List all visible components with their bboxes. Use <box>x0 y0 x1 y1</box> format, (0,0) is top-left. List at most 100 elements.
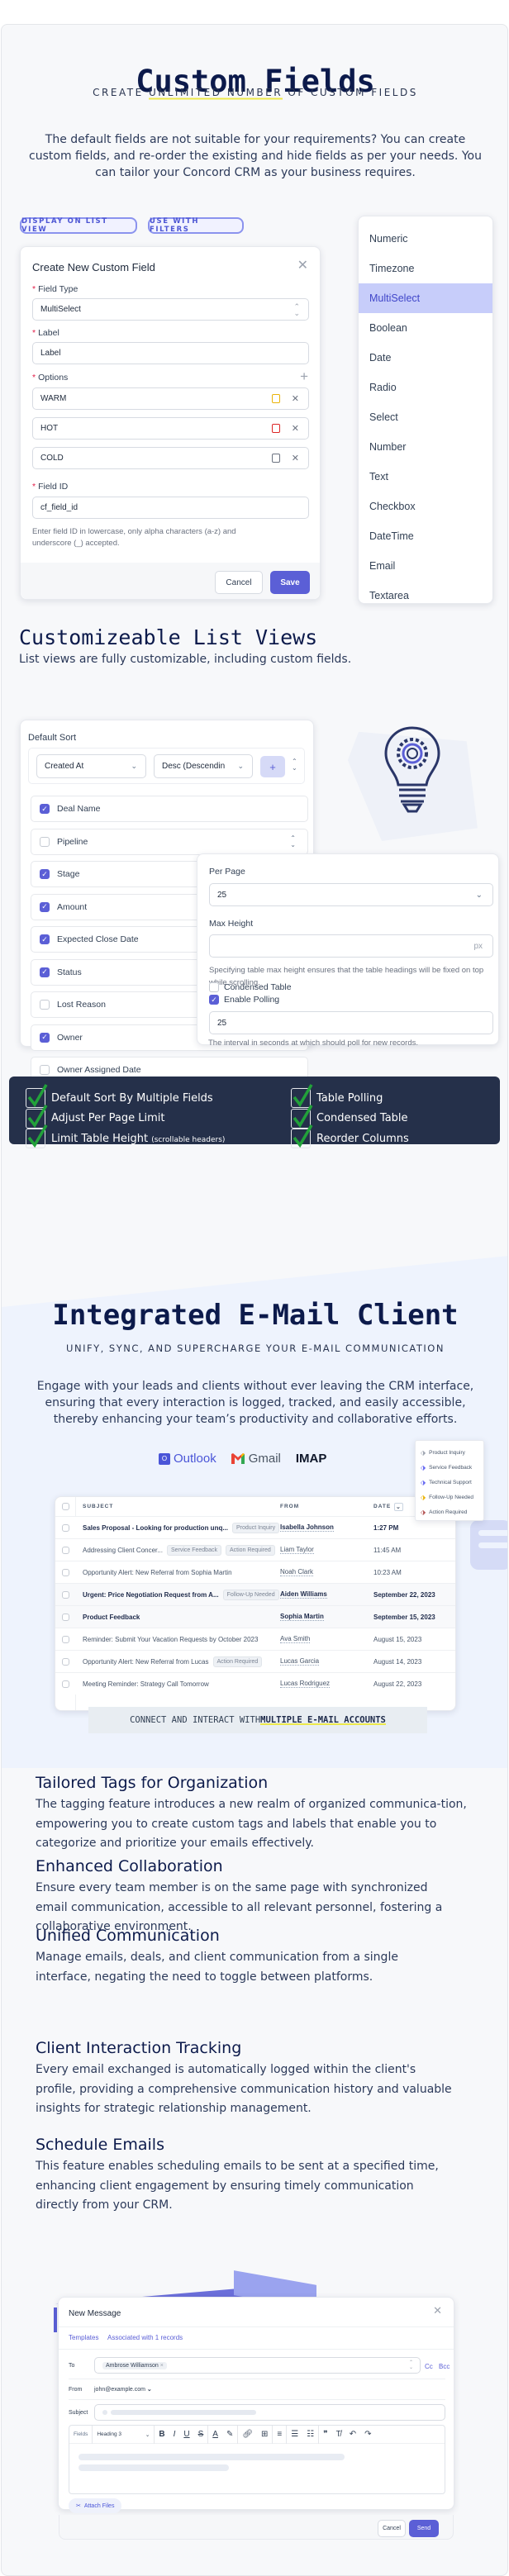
enable-polling-toggle[interactable]: ✓ Enable Polling <box>209 995 279 1005</box>
email-row[interactable]: Product Feedback Sophia Martin September 1… <box>55 1605 455 1628</box>
color-picker-icon[interactable] <box>272 394 280 403</box>
bold-icon[interactable]: B <box>155 2430 169 2439</box>
tag-menu-item[interactable]: ⬗ Service Feedback <box>421 1460 478 1475</box>
italic-icon[interactable]: I <box>169 2430 180 2439</box>
templates-link[interactable]: Templates <box>69 2334 98 2341</box>
email-from[interactable]: Lucas Rodriguez <box>280 1680 331 1688</box>
checkbox[interactable] <box>209 982 219 992</box>
field-id-input[interactable]: cf_field_id <box>32 497 309 519</box>
column-checkbox[interactable]: ✓ <box>40 869 50 879</box>
field-type-option[interactable]: Checkbox <box>359 492 492 521</box>
email-row[interactable]: Reminder: Submit Your Vacation Requests … <box>55 1628 455 1650</box>
bcc-link[interactable]: Bcc <box>439 2363 450 2370</box>
add-option-icon[interactable]: + <box>300 368 308 385</box>
tag-menu-item[interactable]: ⬗ Technical Support <box>421 1475 478 1490</box>
email-row[interactable]: Urgent: Price Negotiation Request from A… <box>55 1583 455 1605</box>
remove-option-icon[interactable]: ✕ <box>292 453 299 463</box>
label-input[interactable]: Label <box>32 342 309 364</box>
option-row[interactable]: COLD ✕ <box>32 447 309 469</box>
color-picker-icon[interactable] <box>272 424 280 433</box>
email-from[interactable]: Lucas Garcia <box>280 1657 320 1666</box>
close-icon[interactable]: ✕ <box>297 257 308 273</box>
link-icon[interactable]: 🔗︎ <box>238 2430 257 2439</box>
tag-menu-item[interactable]: ⬗ Product Inquiry <box>421 1445 478 1460</box>
field-type-option[interactable]: Number <box>359 432 492 462</box>
column-checkbox[interactable] <box>40 836 50 847</box>
email-row[interactable]: Meeting Reminder: Strategy Call Tomorrow… <box>55 1672 455 1694</box>
email-from[interactable]: Ava Smith <box>280 1635 311 1643</box>
heading-select[interactable]: Heading 3 ⌄ <box>93 2431 154 2438</box>
sort-desc-icon[interactable]: ⌄ <box>394 1502 403 1511</box>
column-checkbox[interactable]: ✓ <box>40 1032 50 1043</box>
subject-input[interactable] <box>94 2404 445 2421</box>
column-row[interactable]: ✓ Deal Name <box>31 796 308 822</box>
row-checkbox[interactable] <box>62 1613 69 1621</box>
field-type-option[interactable]: Textarea <box>359 581 492 611</box>
per-page-select[interactable]: 25 ⌄ <box>209 883 493 906</box>
row-checkbox[interactable] <box>62 1568 69 1576</box>
send-button[interactable]: Send <box>409 2520 439 2537</box>
email-from[interactable]: Sophia Martin <box>280 1613 324 1621</box>
tag-menu-item[interactable]: ⬗ Follow-Up Needed <box>421 1490 478 1504</box>
bullet-list-icon[interactable]: ☰ <box>287 2430 302 2439</box>
field-type-select[interactable]: MultiSelect ⌃ ⌄ <box>32 298 309 321</box>
align-icon[interactable]: ≡ <box>273 2430 286 2439</box>
attach-files-button[interactable]: ✂︎ Attach Files <box>69 2498 122 2513</box>
condensed-table-toggle[interactable]: Condensed Table <box>209 982 292 992</box>
remove-recipient-icon[interactable]: × <box>160 2363 164 2369</box>
row-checkbox[interactable] <box>62 1523 69 1532</box>
from-select[interactable]: john@example.com ⌄ <box>94 2386 152 2393</box>
field-type-option[interactable]: MultiSelect <box>359 283 492 313</box>
column-checkbox[interactable]: ✓ <box>40 934 50 944</box>
column-checkbox[interactable]: ✓ <box>40 901 50 912</box>
save-button[interactable]: Save <box>270 571 310 594</box>
field-type-option[interactable]: Text <box>359 462 492 492</box>
strikethrough-icon[interactable]: S <box>194 2430 208 2439</box>
remove-option-icon[interactable]: ✕ <box>292 423 299 434</box>
email-row[interactable]: Addressing Client Concer... Service Feedb… <box>55 1538 455 1561</box>
email-from[interactable]: Isabella Johnson <box>280 1523 334 1532</box>
row-checkbox[interactable] <box>62 1657 69 1666</box>
email-from[interactable]: Noah Clark <box>280 1568 314 1576</box>
sort-field-select[interactable]: Created At ⌄ <box>36 754 146 778</box>
row-checkbox[interactable] <box>62 1680 69 1688</box>
highlight-icon[interactable]: ✎ <box>222 2430 237 2439</box>
checkbox[interactable]: ✓ <box>209 995 219 1005</box>
column-checkbox[interactable]: ✓ <box>40 967 50 977</box>
option-row[interactable]: HOT ✕ <box>32 417 309 440</box>
message-editor[interactable]: Fields Heading 3 ⌄ B I U S A ✎ 🔗︎ ⊞ ≡ ☰ ☷ <box>69 2425 445 2494</box>
sort-reorder-icon[interactable]: ⌃ ⌄ <box>292 758 297 772</box>
row-checkbox[interactable] <box>62 1546 69 1554</box>
column-checkbox[interactable]: ✓ <box>40 804 50 814</box>
field-type-option[interactable]: Email <box>359 551 492 581</box>
to-input[interactable]: Ambrose Williamson × ⌃ ⌄ <box>94 2357 421 2374</box>
redo-icon[interactable]: ↷ <box>360 2430 375 2439</box>
field-type-option[interactable]: Boolean <box>359 313 492 343</box>
column-row[interactable]: Pipeline ⌃ ⌄ <box>31 828 308 855</box>
underline-icon[interactable]: U <box>179 2430 193 2439</box>
row-checkbox[interactable] <box>62 1635 69 1643</box>
drag-handle-icon[interactable]: ⌃ ⌄ <box>290 834 296 848</box>
field-type-option[interactable]: Date <box>359 343 492 373</box>
close-icon[interactable]: ✕ <box>433 2304 442 2317</box>
column-checkbox[interactable] <box>40 1000 50 1010</box>
row-checkbox[interactable] <box>62 1590 69 1599</box>
field-type-option[interactable]: DateTime <box>359 521 492 551</box>
compose-cancel-button[interactable]: Cancel <box>378 2520 406 2537</box>
option-row[interactable]: WARM ✕ <box>32 387 309 410</box>
color-picker-icon[interactable] <box>272 454 280 463</box>
column-checkbox[interactable] <box>40 1065 50 1075</box>
email-from[interactable]: Aiden Williams <box>280 1590 327 1599</box>
fields-button[interactable]: Fields <box>69 2431 92 2437</box>
clear-format-icon[interactable]: T̸ <box>332 2430 345 2439</box>
cc-link[interactable]: Cc <box>425 2363 433 2370</box>
associated-records-link[interactable]: Associated with 1 records <box>107 2334 183 2341</box>
header-subject[interactable]: SUBJECT <box>83 1504 113 1509</box>
tag-menu-item[interactable]: ⬗ Action Required <box>421 1504 478 1519</box>
select-all-checkbox[interactable] <box>62 1503 69 1510</box>
field-type-option[interactable]: Numeric <box>359 224 492 254</box>
field-type-option[interactable]: Timezone <box>359 254 492 283</box>
add-sort-button[interactable]: + <box>260 756 285 777</box>
email-from[interactable]: Liam Taylor <box>280 1546 314 1554</box>
numbered-list-icon[interactable]: ☷ <box>302 2430 318 2439</box>
